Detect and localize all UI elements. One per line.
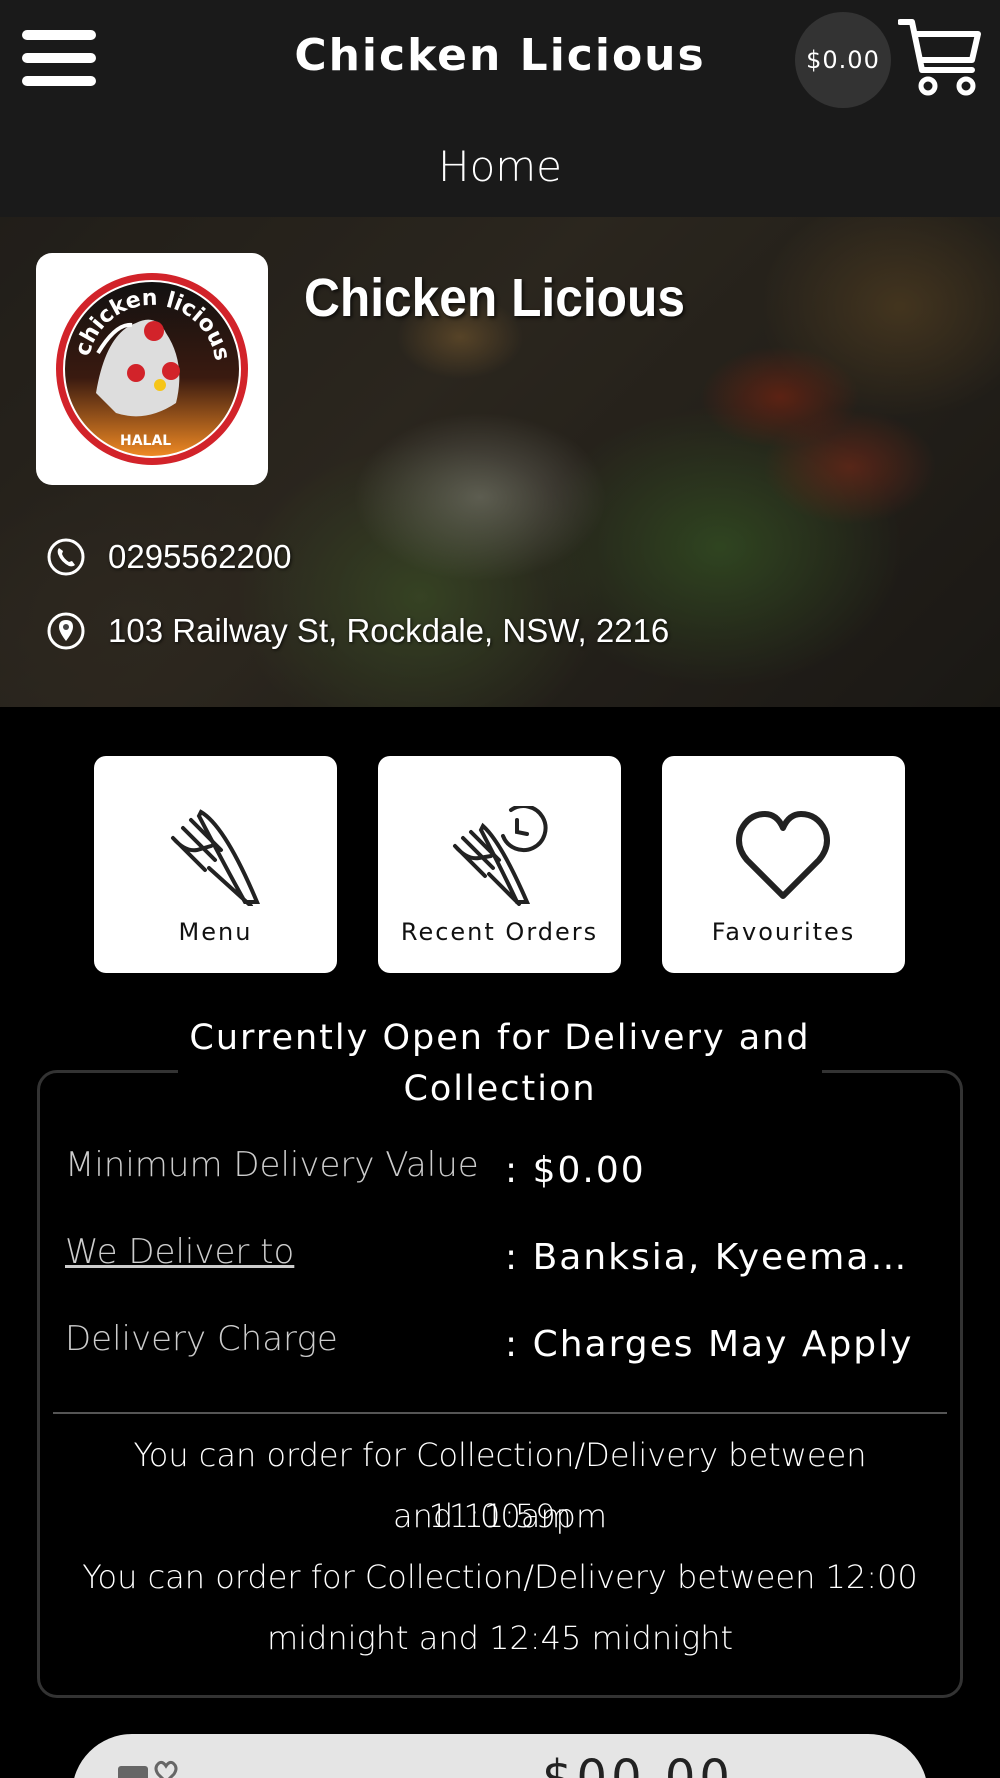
phone-number[interactable]: 0295562200 [108,538,292,576]
cart-total-badge[interactable]: $0.00 [795,12,891,108]
recent-orders-button[interactable]: Recent Orders [378,756,621,973]
hours-line-2: and 11:59pm [392,1497,608,1535]
delivery-charge-label: Delivery Charge [65,1319,338,1359]
favourites-label: Favourites [711,918,856,946]
page-title: Home [437,142,563,191]
location-pin-icon [47,612,85,650]
restaurant-name: Chicken Licious [304,268,685,328]
delivery-areas-value: : Banksia, Kyeemagh, … [505,1237,925,1278]
page-title-bar: Home [0,120,1000,217]
cart-icon[interactable] [898,16,982,100]
hero-banner: chicken licious HALAL Chicken Licious 02… [0,217,1000,707]
app-title: Chicken Licious [294,30,706,81]
fork-knife-icon [171,809,261,906]
bag-heart-icon [118,1760,178,1778]
menu-button[interactable]: Menu [94,756,337,973]
top-app-bar: Chicken Licious $0.00 [0,0,1000,120]
phone-icon [47,538,85,576]
open-status-heading: Currently Open for Delivery and Collecti… [178,1013,822,1115]
hours-line-4: midnight and 12:45 midnight [266,1619,734,1657]
phone-row[interactable]: 0295562200 [46,537,292,577]
restaurant-logo: chicken licious HALAL [36,253,268,485]
hamburger-menu-icon[interactable] [22,30,96,86]
min-delivery-value: : $0.00 [505,1150,646,1191]
delivery-charge-value: : Charges May Apply [505,1324,914,1365]
address-row: 103 Railway St, Rockdale, NSW, 2216 [46,611,669,651]
address-text: 103 Railway St, Rockdale, NSW, 2216 [108,612,670,649]
recent-orders-icon [453,806,548,906]
recent-orders-label: Recent Orders [400,918,599,946]
bottom-cart-bar[interactable]: $00.00 [72,1734,928,1778]
heart-icon [736,811,830,899]
favourites-button[interactable]: Favourites [662,756,905,973]
open-status-line-1: Currently Open for Delivery and [189,1018,811,1058]
open-status-line-2: Collection [403,1069,597,1109]
logo-badge: HALAL [120,433,171,449]
menu-label: Menu [178,918,253,946]
hours-line-3: You can order for Collection/Delivery be… [82,1558,918,1596]
info-divider [53,1412,947,1414]
we-deliver-to-link[interactable]: We Deliver to [65,1232,294,1272]
min-delivery-label: Minimum Delivery Value [65,1145,479,1185]
bottom-cart-value: $00.00 [542,1750,734,1778]
